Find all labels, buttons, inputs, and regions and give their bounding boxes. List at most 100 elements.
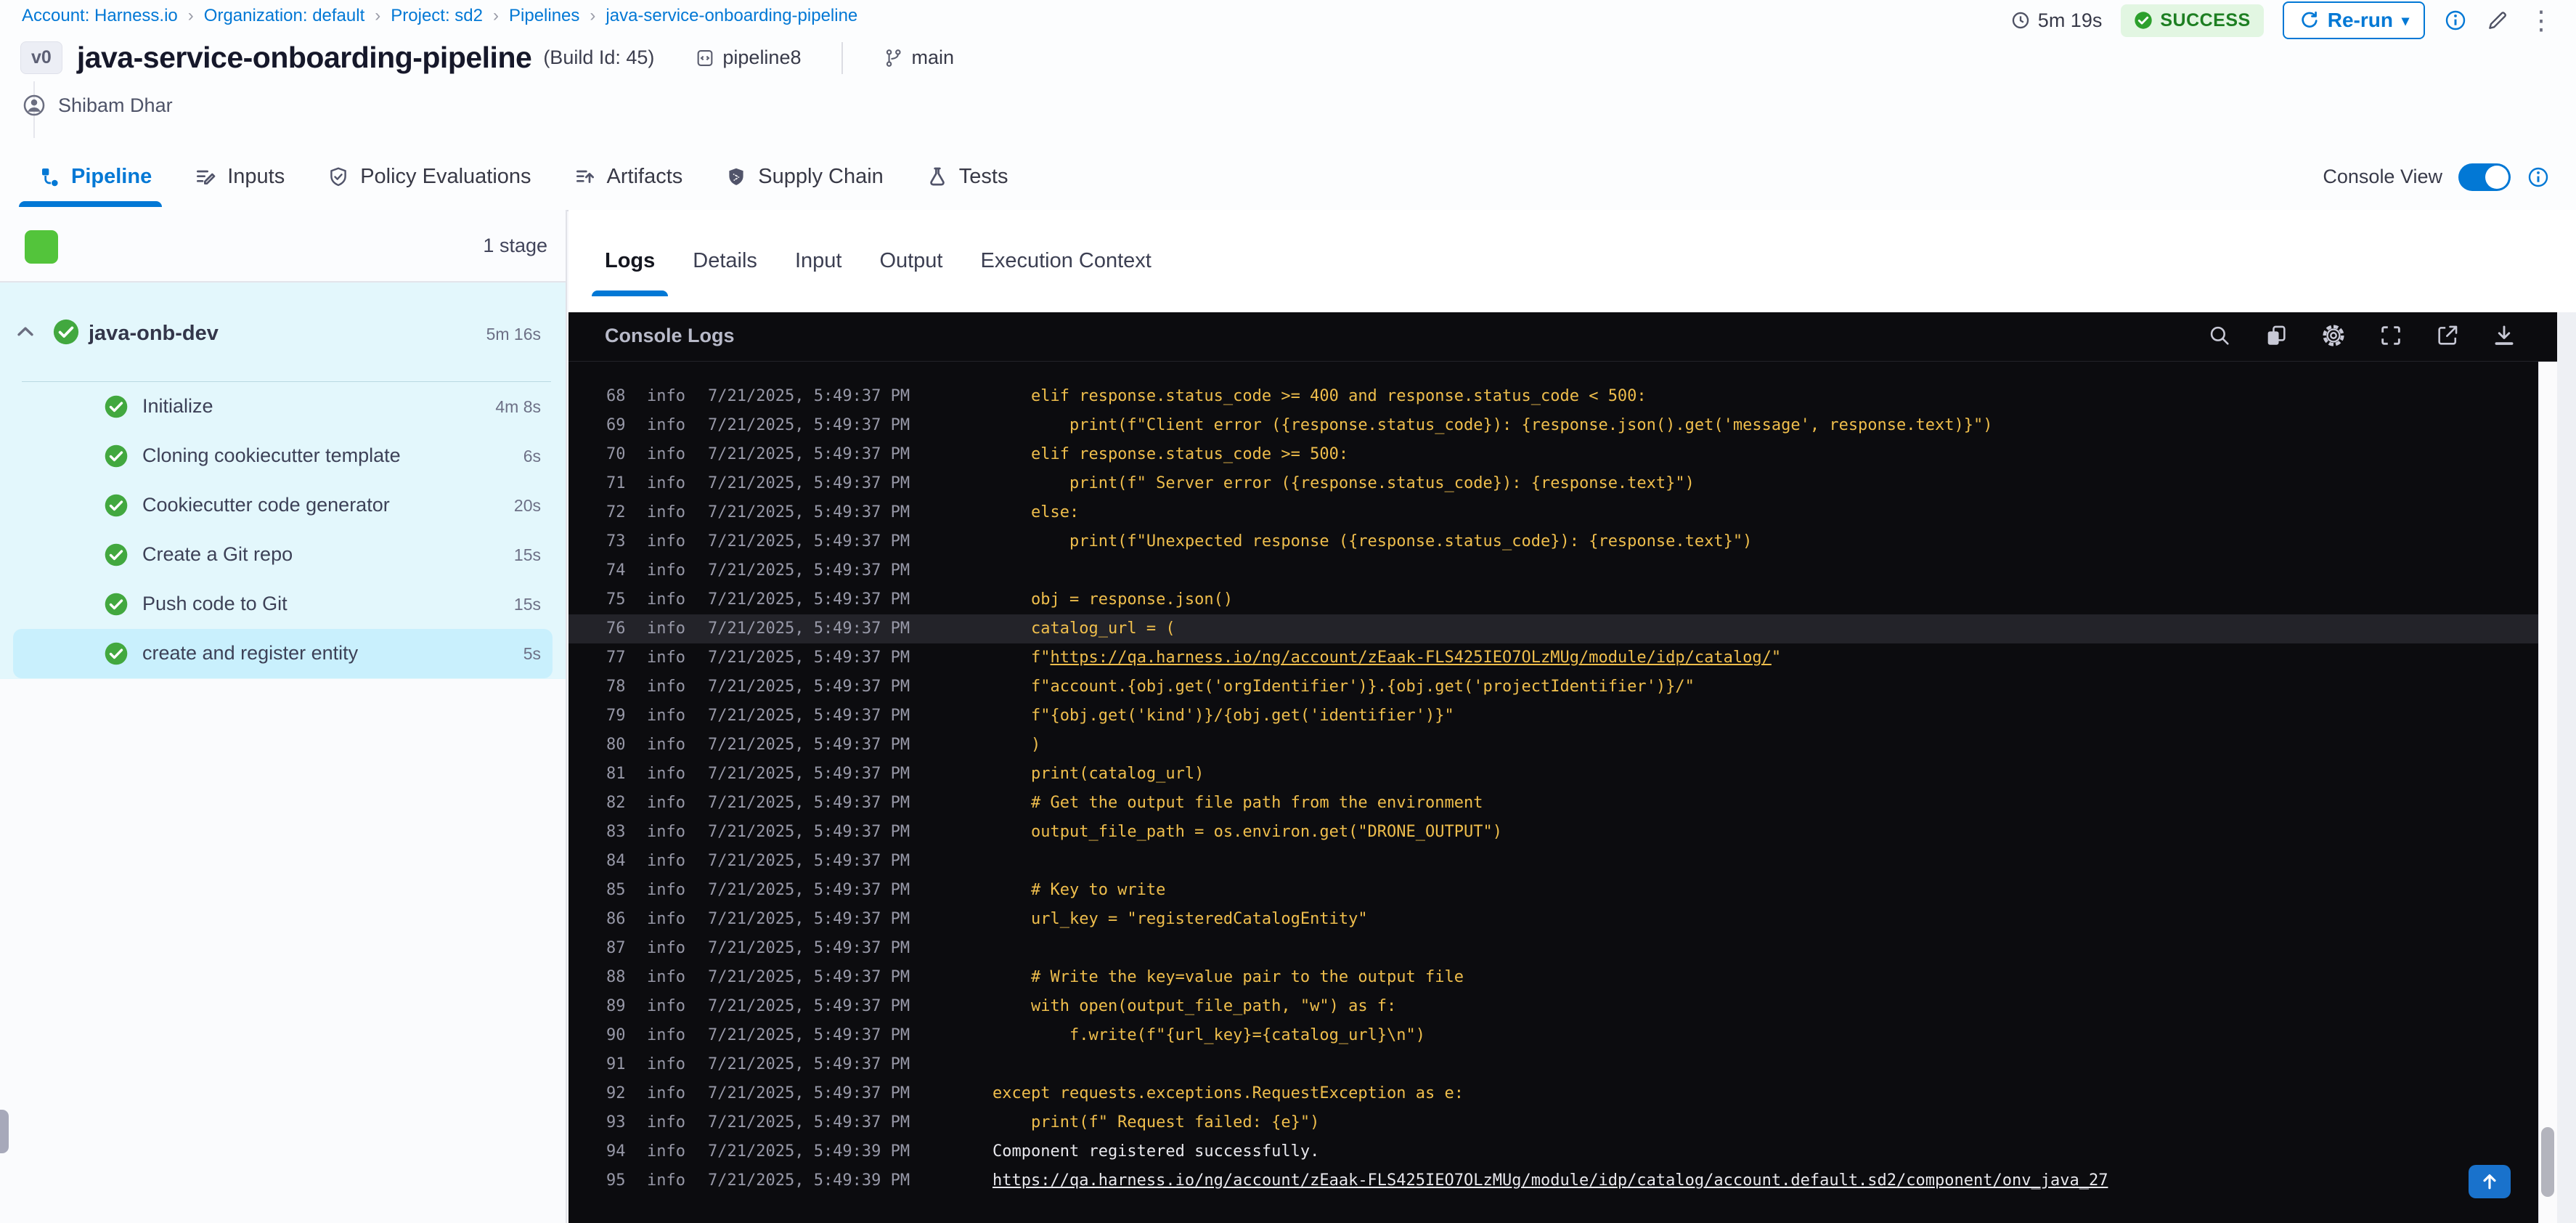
sidebar-header: 1 stage [0,210,566,283]
breadcrumb-item[interactable]: Project: sd2 [391,6,483,26]
step-item[interactable]: Initialize 4m 8s [13,382,553,431]
breadcrumb: Account: Harness.io › Organization: defaul… [22,6,857,26]
user-name: Shibam Dhar [58,94,173,116]
success-check-icon [2134,11,2153,30]
log-lines: 68 info 7/21/2025, 5:49:37 PM elif respons… [568,362,2557,1195]
more-options-icon[interactable]: ⋮ [2528,7,2554,33]
step-label: Cookiecutter code generator [142,494,390,516]
console-view-toggle[interactable] [2458,163,2511,191]
console-scrollbar-track[interactable] [2538,362,2557,1223]
log-level: info [647,707,685,725]
log-timestamp: 7/21/2025, 5:49:37 PM [708,881,910,899]
artifacts-icon [574,166,597,189]
tab-tests[interactable]: Tests [926,165,1008,189]
chevron-up-icon[interactable] [15,321,36,343]
log-level: info [647,561,685,580]
log-line-number: 95 [606,1171,626,1190]
log-message [993,847,2557,876]
log-message: except requests.exceptions.RequestExcept… [993,1084,1464,1102]
log-level: info [647,852,685,870]
step-item[interactable]: create and register entity 5s [13,629,553,678]
breadcrumb-item[interactable]: Pipelines [509,6,579,26]
tab-policy-evaluations[interactable]: Policy Evaluations [327,165,531,189]
log-line: 83 info 7/21/2025, 5:49:37 PM output_file_… [568,818,2557,847]
log-line-number: 81 [606,765,626,783]
panel-resize-handle[interactable] [0,1110,9,1153]
step-success-icon [104,394,129,419]
step-item[interactable]: Create a Git repo 15s [13,530,553,580]
log-message [993,556,2557,585]
tab-inputs[interactable]: Inputs [194,165,285,189]
step-label: Create a Git repo [142,543,293,565]
stage-row[interactable]: java-onb-dev 5m 16s [0,283,566,381]
settings-gear-icon[interactable] [2320,322,2347,349]
tab-label: Inputs [227,165,285,188]
rerun-button[interactable]: Re-run ▾ [2282,1,2425,39]
log-timestamp: 7/21/2025, 5:49:37 PM [708,590,910,609]
log-timestamp: 7/21/2025, 5:49:37 PM [708,794,910,812]
log-level: info [647,1084,685,1102]
edit-pencil-icon[interactable] [2486,9,2509,32]
log-message: print(f"Client error ({response.status_c… [993,416,1993,434]
tab-artifacts[interactable]: Artifacts [574,165,683,189]
log-link[interactable]: https://qa.harness.io/ng/account/zEaak-F… [993,1171,2108,1190]
console-scrollbar-thumb[interactable] [2541,1127,2554,1197]
step-list: Initialize 4m 8s Cloning cookiecutter temp… [0,382,566,678]
breadcrumb-item[interactable]: java-service-onboarding-pipeline [606,6,857,26]
log-timestamp: 7/21/2025, 5:49:37 PM [708,1084,910,1102]
breadcrumb-item[interactable]: Account: Harness.io [22,6,178,26]
log-timestamp: 7/21/2025, 5:49:37 PM [708,649,910,667]
log-line-number: 89 [606,997,626,1015]
log-line: 91 info 7/21/2025, 5:49:37 PM [568,1050,2557,1079]
stage-duration: 5m 16s [486,325,541,344]
branch-ref[interactable]: main [884,46,954,69]
log-timestamp: 7/21/2025, 5:49:37 PM [708,707,910,725]
breadcrumb-item[interactable]: Organization: default [204,6,364,26]
download-icon[interactable] [2492,323,2516,348]
detail-tab-output[interactable]: Output [878,249,944,273]
tab-pipeline[interactable]: Pipeline [18,165,163,207]
log-link[interactable]: https://qa.harness.io/ng/account/zEaak-F… [1050,649,1771,667]
detail-tab-logs[interactable]: Logs [591,249,669,296]
log-timestamp: 7/21/2025, 5:49:37 PM [708,445,910,463]
log-message: ) [993,736,1041,754]
log-line-number: 94 [606,1142,626,1161]
console-log-body[interactable]: 68 info 7/21/2025, 5:49:37 PM elif respons… [568,362,2557,1223]
step-item[interactable]: Cookiecutter code generator 20s [13,481,553,530]
tab-label: Artifacts [606,165,683,188]
log-message: elif response.status_code >= 400 and res… [993,387,1647,405]
open-in-new-icon[interactable] [2435,323,2460,348]
breadcrumb-separator-icon: › [187,6,194,25]
copy-icon[interactable] [2264,323,2288,348]
log-line-number: 72 [606,503,626,521]
console-view-info-icon[interactable] [2527,166,2550,189]
log-line-number: 73 [606,532,626,550]
log-timestamp: 7/21/2025, 5:49:37 PM [708,503,910,521]
detail-tab-details[interactable]: Details [691,249,759,273]
search-icon[interactable] [2207,323,2232,348]
step-duration: 4m 8s [495,397,541,416]
log-message: f"{obj.get('kind')}/{obj.get('identifier… [993,707,1454,725]
pipeline-ref[interactable]: pipeline8 [695,46,801,69]
step-item[interactable]: Cloning cookiecutter template 6s [13,431,553,481]
tab-supply-chain[interactable]: Supply Chain [725,165,884,189]
step-item[interactable]: Push code to Git 15s [13,580,553,629]
log-timestamp: 7/21/2025, 5:49:37 PM [708,939,910,957]
info-icon[interactable] [2444,9,2467,32]
scroll-to-top-button[interactable] [2469,1165,2511,1198]
detail-tab-input[interactable]: Input [794,249,844,273]
log-line-number: 88 [606,968,626,986]
step-duration: 6s [523,447,541,466]
toggle-knob [2485,165,2508,189]
stage-status-square[interactable] [25,230,58,264]
duration-label: 5m 19s [2037,9,2103,31]
detail-tab-execution-context[interactable]: Execution Context [979,249,1153,273]
log-line-number: 83 [606,823,626,841]
log-line: 82 info 7/21/2025, 5:49:37 PM # Get the ou… [568,789,2557,818]
breadcrumb-separator-icon: › [493,6,499,25]
fullscreen-icon[interactable] [2379,323,2403,348]
log-line: 94 info 7/21/2025, 5:49:39 PM Component reg… [568,1137,2557,1166]
page-edge-strip [2557,312,2576,1223]
stage-section: java-onb-dev 5m 16s Initialize 4m 8s Cloni… [0,283,566,679]
log-timestamp: 7/21/2025, 5:49:37 PM [708,678,910,696]
